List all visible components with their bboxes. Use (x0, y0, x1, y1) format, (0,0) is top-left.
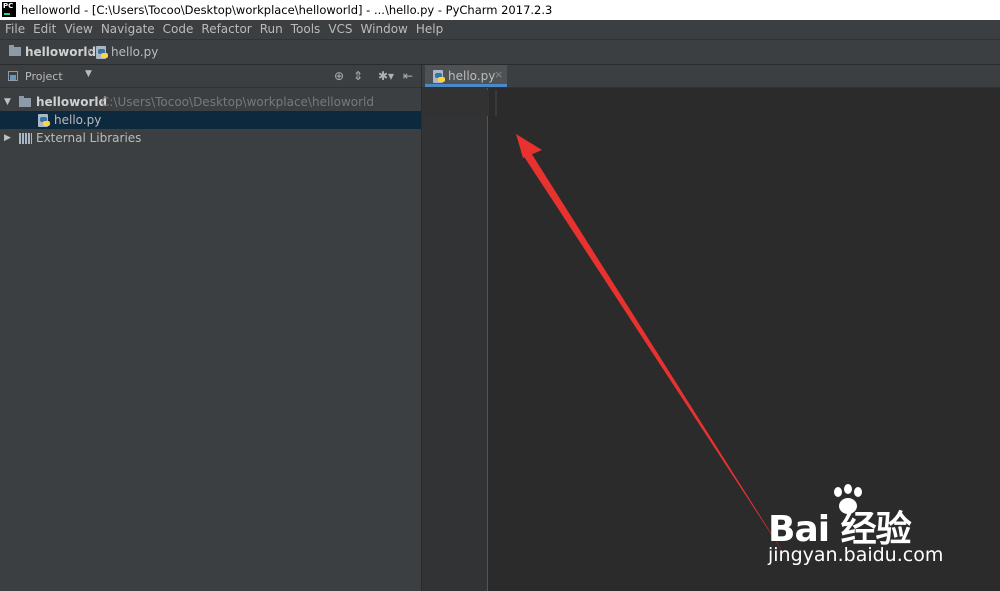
watermark-url: jingyan.baidu.com (768, 544, 944, 566)
